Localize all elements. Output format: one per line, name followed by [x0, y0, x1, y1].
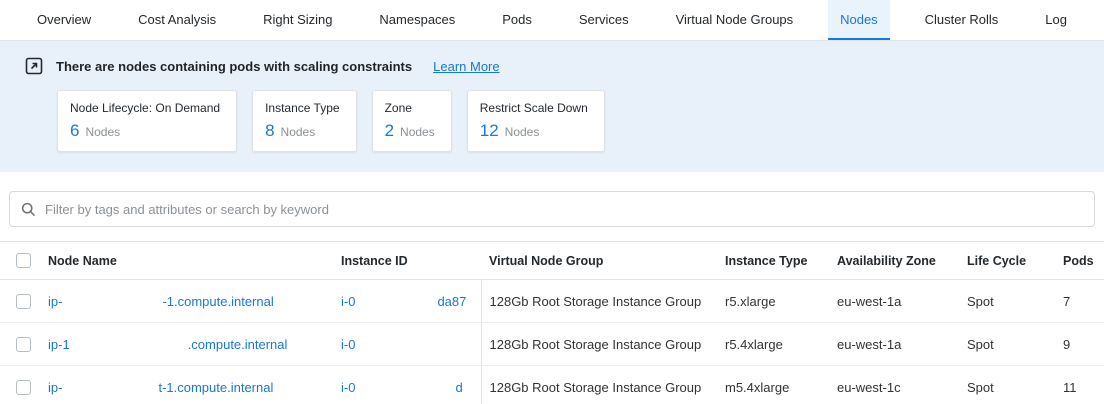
card-unit: Nodes	[400, 125, 435, 139]
card-unit: Nodes	[85, 125, 120, 139]
learn-more-link[interactable]: Learn More	[433, 59, 499, 74]
col-instance-id: Instance ID	[333, 242, 481, 280]
row-checkbox[interactable]	[16, 380, 31, 395]
instance-id-link[interactable]: i-0 d	[341, 380, 463, 395]
node-name-text: -1.compute.internal	[162, 294, 273, 309]
instance-id-link[interactable]: i-0 da87	[341, 294, 466, 309]
instance-id-text: da87	[437, 294, 466, 309]
card-title: Restrict Scale Down	[480, 101, 588, 115]
node-name-text: ip-	[48, 380, 62, 395]
node-name-text: .compute.internal	[188, 337, 288, 352]
row-checkbox[interactable]	[16, 294, 31, 309]
card-count: 8	[265, 121, 274, 141]
col-node-name: Node Name	[40, 242, 333, 280]
search-box[interactable]	[9, 191, 1095, 227]
tab-log[interactable]: Log	[1033, 0, 1079, 40]
tab-cost-analysis[interactable]: Cost Analysis	[126, 0, 228, 40]
scaling-constraint-icon	[25, 57, 43, 75]
instance-type-cell: r5.xlarge	[717, 280, 829, 323]
tab-namespaces[interactable]: Namespaces	[367, 0, 467, 40]
card-zone[interactable]: Zone 2 Nodes	[372, 90, 452, 152]
card-node-lifecycle[interactable]: Node Lifecycle: On Demand 6 Nodes	[57, 90, 237, 152]
node-name-link[interactable]: ip- -1.compute.internal	[48, 294, 274, 309]
vng-cell: 128Gb Root Storage Instance Group	[481, 323, 717, 366]
node-name-text: ip-	[48, 294, 62, 309]
availability-zone-cell: eu-west-1c	[829, 366, 959, 404]
cluster-tab-bar: Overview Cost Analysis Right Sizing Name…	[0, 0, 1104, 41]
node-name-link[interactable]: ip-t-1.compute.internal	[48, 380, 273, 395]
tab-overview[interactable]: Overview	[25, 0, 103, 40]
filter-bar	[0, 172, 1104, 241]
vng-cell: 128Gb Root Storage Instance Group	[481, 280, 717, 323]
node-name-text: t-1.compute.internal	[158, 380, 273, 395]
col-life-cycle: Life Cycle	[959, 242, 1055, 280]
table-header-row: Node Name Instance ID Virtual Node Group…	[0, 242, 1104, 280]
tab-cluster-rolls[interactable]: Cluster Rolls	[913, 0, 1011, 40]
instance-type-cell: r5.4xlarge	[717, 323, 829, 366]
col-instance-type: Instance Type	[717, 242, 829, 280]
search-input[interactable]	[45, 202, 1083, 217]
card-title: Node Lifecycle: On Demand	[70, 101, 220, 115]
row-checkbox[interactable]	[16, 337, 31, 352]
card-count: 12	[480, 121, 499, 141]
search-icon	[21, 202, 36, 217]
card-instance-type[interactable]: Instance Type 8 Nodes	[252, 90, 357, 152]
table-row: ip-1 .compute.internal i-0 128Gb Root Sto…	[0, 323, 1104, 366]
tab-services[interactable]: Services	[567, 0, 641, 40]
life-cycle-cell: Spot	[959, 366, 1055, 404]
nodes-table: Node Name Instance ID Virtual Node Group…	[0, 241, 1104, 404]
card-unit: Nodes	[281, 125, 316, 139]
availability-zone-cell: eu-west-1a	[829, 323, 959, 366]
pods-cell: 9	[1055, 323, 1104, 366]
vng-cell: 128Gb Root Storage Instance Group	[481, 366, 717, 404]
instance-id-text: i-0	[341, 294, 355, 309]
col-pods: Pods	[1055, 242, 1104, 280]
card-title: Zone	[385, 101, 435, 115]
card-unit: Nodes	[505, 125, 540, 139]
card-count: 2	[385, 121, 394, 141]
node-name-text: ip-1	[48, 337, 70, 352]
tab-nodes[interactable]: Nodes	[828, 0, 890, 40]
pods-cell: 11	[1055, 366, 1104, 404]
tab-right-sizing[interactable]: Right Sizing	[251, 0, 344, 40]
constraint-cards: Node Lifecycle: On Demand 6 Nodes Instan…	[57, 90, 1079, 152]
table-row: ip- -1.compute.internal i-0 da87 128Gb Roo…	[0, 280, 1104, 323]
table-row: ip-t-1.compute.internal i-0 d 128Gb Root …	[0, 366, 1104, 404]
card-restrict-scale-down[interactable]: Restrict Scale Down 12 Nodes	[467, 90, 605, 152]
select-all-checkbox[interactable]	[16, 253, 31, 268]
instance-type-cell: m5.4xlarge	[717, 366, 829, 404]
tab-pods[interactable]: Pods	[490, 0, 544, 40]
tab-virtual-node-groups[interactable]: Virtual Node Groups	[664, 0, 806, 40]
node-name-link[interactable]: ip-1 .compute.internal	[48, 337, 287, 352]
life-cycle-cell: Spot	[959, 280, 1055, 323]
banner-message: There are nodes containing pods with sca…	[56, 59, 412, 74]
life-cycle-cell: Spot	[959, 323, 1055, 366]
availability-zone-cell: eu-west-1a	[829, 280, 959, 323]
col-availability-zone: Availability Zone	[829, 242, 959, 280]
instance-id-text: i-0	[341, 337, 355, 352]
card-title: Instance Type	[265, 101, 340, 115]
instance-id-text: i-0	[341, 380, 355, 395]
scaling-constraints-banner: There are nodes containing pods with sca…	[0, 41, 1104, 172]
pods-cell: 7	[1055, 280, 1104, 323]
card-count: 6	[70, 121, 79, 141]
col-virtual-node-group: Virtual Node Group	[481, 242, 717, 280]
instance-id-text: d	[455, 380, 462, 395]
instance-id-link[interactable]: i-0	[341, 337, 445, 352]
